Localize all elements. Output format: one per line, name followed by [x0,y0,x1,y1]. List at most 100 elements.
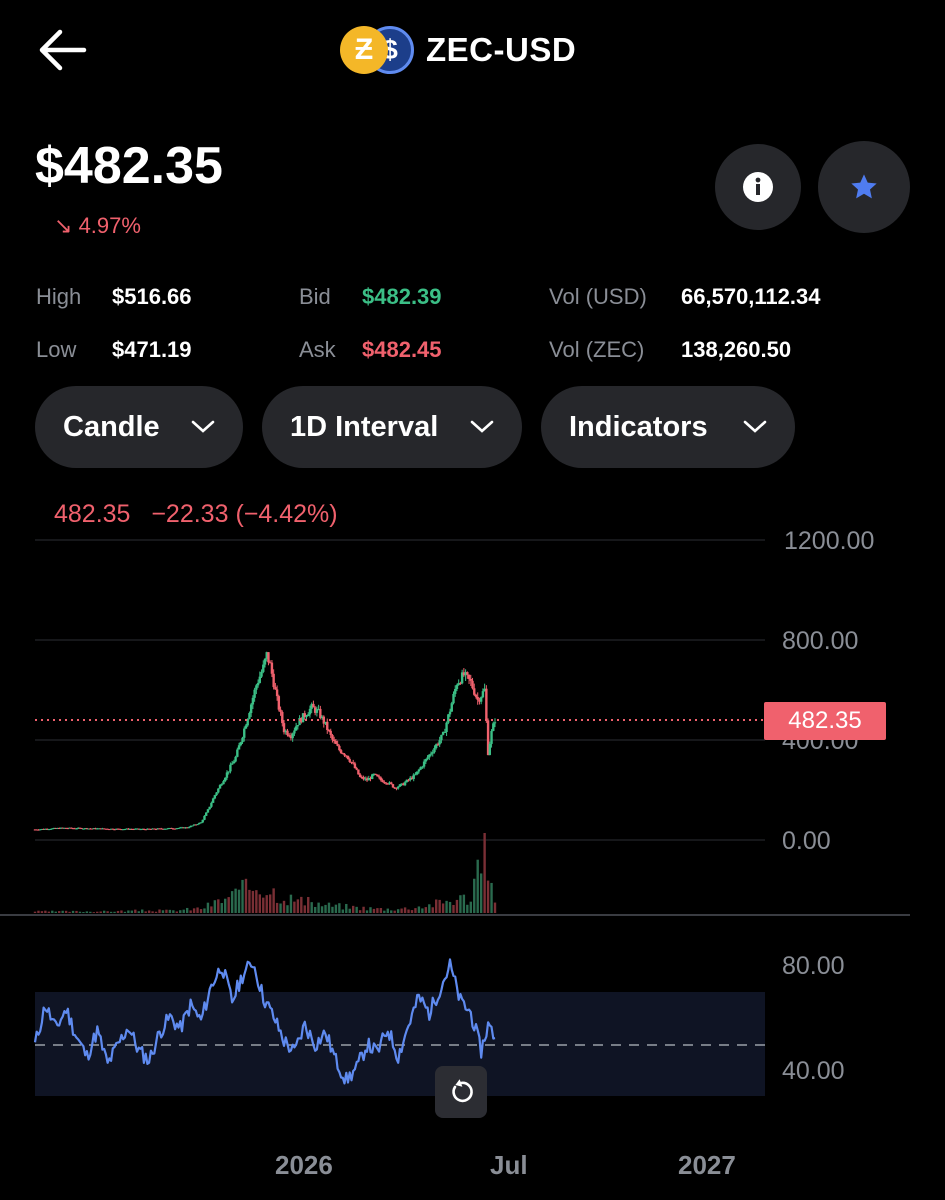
candles [33,651,497,831]
volume-bar [120,910,123,913]
volume-bar [92,912,95,913]
volume-bar [78,911,82,913]
candle-body [291,733,294,739]
price-chart[interactable] [0,0,945,1200]
volume-bar [396,909,400,913]
candle-body [241,737,244,743]
volume-bar [189,910,192,913]
candle-body [294,726,298,731]
candle-body [398,784,402,787]
volume-bar [255,890,258,913]
candle-body [237,745,241,750]
volume-bar [172,910,175,913]
candle-body [199,822,203,824]
candle-body [452,693,455,704]
volume-bar [334,904,338,913]
volume-bar [351,905,355,913]
volume-bar [341,909,345,913]
candle-body [355,768,358,770]
x-axis-tick: 2027 [678,1150,736,1180]
volume-bar [403,907,407,913]
volume-bar [407,909,410,913]
x-axis-tick: 2026 [275,1150,333,1180]
candle-body [201,819,204,823]
volume-bar [241,879,244,913]
candle-body [210,802,213,807]
reset-chart-button[interactable] [435,1066,487,1118]
candle-body [225,772,229,778]
volume-bar [376,908,379,913]
volume-bar [438,899,441,913]
candle-body [296,725,300,727]
volume-bar [116,910,120,913]
candle-body [220,784,223,786]
volume-bar [265,895,268,913]
candle-body [203,815,206,820]
volume-bar [272,888,275,913]
volume-bar [286,905,289,913]
volume-bar [296,899,300,913]
candle-body [488,743,492,755]
volume-bar [483,833,486,913]
candle-body [353,763,357,769]
volume-bar [230,891,234,913]
volume-bar [54,911,57,913]
candle-body [211,798,215,803]
volume-bar [175,911,179,913]
volume-bar [144,911,147,913]
volume-bar [386,908,389,913]
candle-body [438,740,441,745]
reset-icon [452,1079,473,1103]
volume-bar [182,909,185,913]
volume-bar [379,908,383,913]
volume-bar [130,910,134,913]
volume-bar [462,894,466,913]
candle-body [339,750,343,754]
volume-bar [185,907,189,913]
volume-bar [154,911,158,913]
volume-bar [441,903,445,913]
volume-bar [141,909,144,913]
volume-bar [417,906,421,913]
volume-bar [393,910,396,913]
candle-body [329,730,332,735]
volume-bar [365,910,369,913]
volume-bar [248,889,251,913]
volume-bar [486,880,490,913]
volume-bar [33,911,37,913]
volume-bar [410,910,414,913]
volume-bar [390,910,393,913]
volume-bar [414,908,417,913]
candle-body [236,749,239,757]
candle-body [455,685,459,689]
candle-body [338,745,341,751]
candle-body [267,652,270,663]
volume-bar [244,878,248,913]
volume-bar [424,907,428,913]
candle-body [206,809,210,813]
volume-bar [466,904,469,913]
candle-body [379,777,383,781]
candle-body [288,735,291,737]
candle-body [445,722,448,732]
candle-body [251,697,255,705]
candle-body [191,825,194,827]
volume-bar [134,909,137,913]
volume-bar [151,911,154,913]
volume-bar [96,911,99,913]
volume-bar [293,901,296,913]
candle-body [492,723,495,731]
candle-body [415,771,419,775]
volume-bar [282,900,286,913]
volume-bar [459,895,462,913]
volume-bar [196,907,199,913]
volume-bar [89,911,92,913]
candle-body [346,755,350,760]
candle-body [351,762,355,764]
candle-body [481,691,485,698]
candle-body [248,713,251,719]
current-price-tag: 482.35 [764,702,886,740]
candle-body [279,709,282,712]
candle-body [485,688,488,721]
volume-bar [251,890,255,913]
